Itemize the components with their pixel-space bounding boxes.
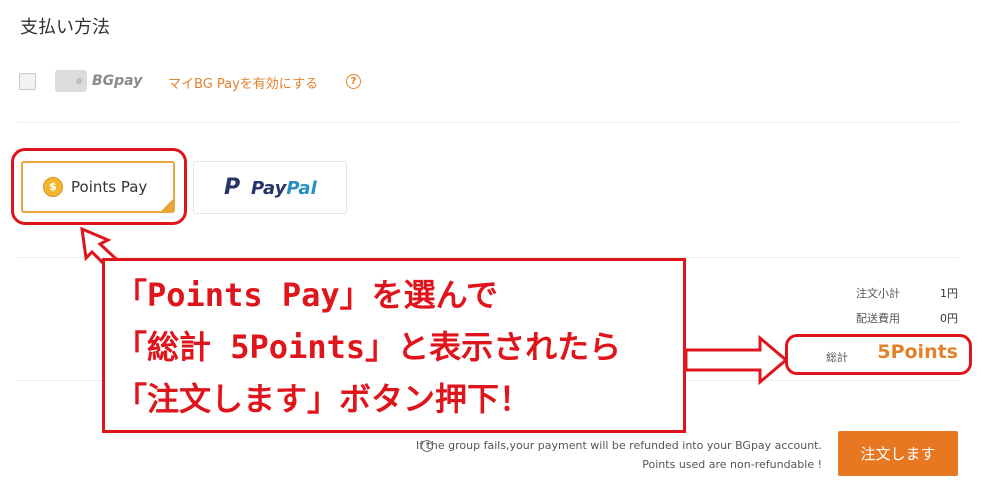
instruction-line-2: 「総計 5Points」と表示されたら <box>115 328 622 366</box>
instruction-line-1: 「Points Pay」を選んで <box>115 276 499 314</box>
arrow-to-total <box>684 334 789 386</box>
instruction-line-3: 「注文します」ボタン押下！ <box>115 380 532 418</box>
instruction-callout: 「Points Pay」を選んで 「総計 5Points」と表示されたら 「注文… <box>102 258 686 433</box>
